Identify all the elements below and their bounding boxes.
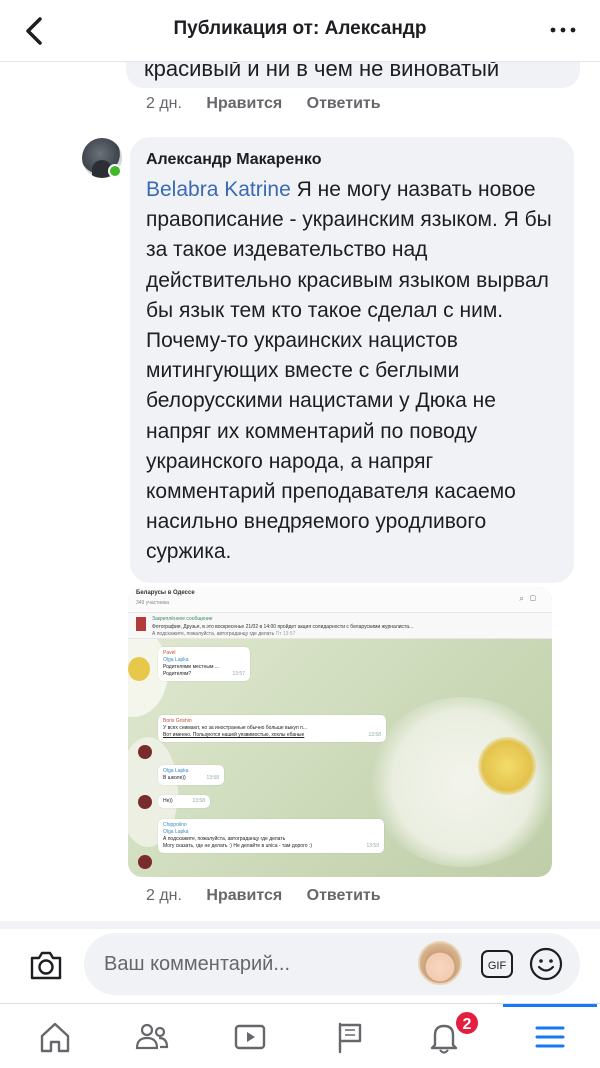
avatar-sticker-icon[interactable] — [418, 941, 462, 985]
comment-body: Я не могу назвать новое правописание - у… — [146, 178, 552, 564]
chat-avatar — [138, 795, 152, 809]
chat-avatar — [138, 745, 152, 759]
friends-icon — [135, 1023, 169, 1050]
chat-message: Chippolino Olga Lapka А подскажите, пожа… — [158, 819, 384, 853]
previous-comment-actions: 2 дн. Нравится Ответить — [146, 95, 381, 113]
reply-button[interactable]: Ответить — [307, 95, 381, 112]
like-button[interactable]: Нравится — [206, 95, 282, 112]
more-options-icon[interactable] — [548, 22, 578, 38]
pinned-text: А подскажите, пожалуйста, автограданцу г… — [152, 631, 296, 637]
pinned-thumbnail — [136, 617, 146, 631]
daisy-center — [128, 657, 150, 681]
comment-time: 2 дн. — [146, 95, 182, 112]
nav-home[interactable] — [25, 1014, 85, 1060]
nav-menu[interactable] — [520, 1014, 580, 1060]
pinned-text: Фотография, Друзья, в это воскресенье 21… — [152, 624, 414, 630]
nav-watch[interactable] — [220, 1014, 280, 1060]
chat-message: Olga Lapka В школе)) 13:58 — [158, 765, 224, 785]
nav-friends[interactable] — [122, 1014, 182, 1060]
pinned-message: Закреплённое сообщение Фотография, Друзь… — [128, 613, 552, 639]
comment-actions: 2 дн. Нравится Ответить — [146, 887, 381, 905]
chat-title: Беларусы в Одессе — [136, 590, 195, 596]
svg-text:GIF: GIF — [488, 960, 507, 972]
comment-composer: GIF — [84, 933, 580, 995]
emoji-icon[interactable] — [528, 946, 564, 982]
attached-screenshot[interactable]: Беларусы в Одессе 349 участника ⌕▢ Закре… — [128, 587, 552, 877]
comment-time: 2 дн. — [146, 887, 182, 904]
chat-header: Беларусы в Одессе 349 участника ⌕▢ — [128, 587, 552, 613]
page-title: Публикация от: Александр — [173, 18, 427, 39]
camera-icon[interactable] — [26, 945, 66, 985]
comment-input[interactable] — [104, 947, 404, 981]
comment-bubble: Александр Макаренко Belabra Katrine Я не… — [130, 137, 574, 583]
gif-icon[interactable]: GIF — [480, 949, 514, 979]
comment-text: Belabra Katrine Я не могу назвать новое … — [146, 175, 564, 568]
hamburger-menu-icon — [535, 1026, 565, 1048]
chat-header-icons: ⌕▢ — [519, 594, 542, 603]
comment-author[interactable]: Александр Макаренко — [146, 151, 321, 169]
reply-button[interactable]: Ответить — [307, 887, 381, 904]
chat-message: Boris Grishin У всех снимают, но за инос… — [158, 715, 386, 742]
online-status-dot — [108, 164, 122, 178]
daisy-center — [478, 737, 536, 795]
pinned-title: Закреплённое сообщение — [152, 616, 213, 622]
notification-badge: 2 — [454, 1010, 480, 1036]
chat-avatar — [138, 855, 152, 869]
mention-link[interactable]: Belabra Katrine — [146, 178, 291, 201]
chat-members: 349 участника — [136, 600, 170, 606]
like-button[interactable]: Нравится — [206, 887, 282, 904]
bottom-navigation — [0, 1003, 600, 1068]
nav-pages[interactable] — [320, 1014, 380, 1060]
home-icon — [40, 1022, 70, 1053]
divider — [0, 921, 600, 929]
chat-message: Не)) 13:58 — [158, 795, 210, 808]
active-tab-indicator — [503, 1004, 597, 1007]
header: Публикация от: Александр — [0, 0, 600, 62]
chat-message: Pavel Olga Lapka Родителями местным ... … — [158, 647, 250, 681]
watch-video-icon — [234, 1024, 266, 1050]
flag-icon — [338, 1022, 362, 1054]
